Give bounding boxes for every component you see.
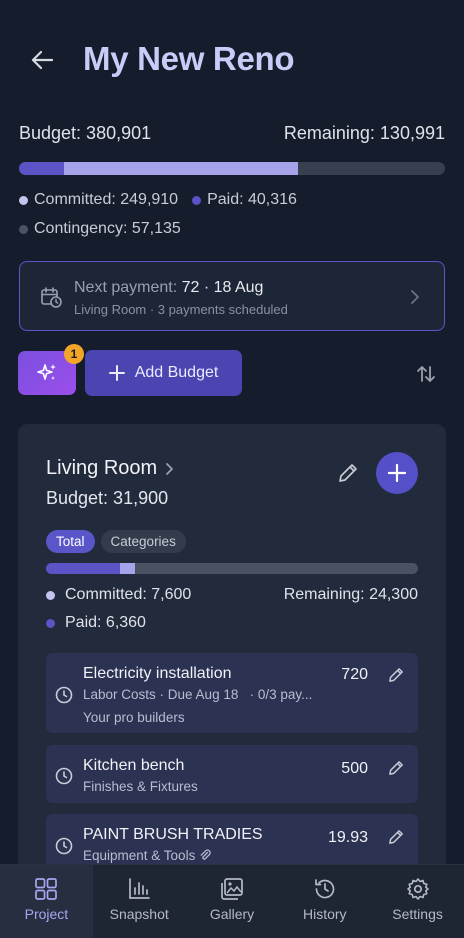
pencil-icon[interactable] [386, 665, 406, 685]
history-icon [314, 879, 335, 899]
chevron-right-icon [411, 290, 419, 304]
sort-arrows-icon [417, 366, 435, 382]
room-paid: Paid: 6,360 [46, 614, 146, 632]
item-amount: 500 [341, 760, 368, 777]
tab-total[interactable]: Total [46, 530, 95, 553]
room-title-link[interactable]: Living Room [46, 457, 174, 480]
room-budget: Budget: 31,900 [46, 488, 169, 508]
room-stats: Committed: 7,600 Remaining: 24,300 [46, 586, 418, 604]
nav-label: History [303, 906, 347, 922]
item-category: Finishes & Fixtures [83, 779, 198, 794]
nav-history[interactable]: History [278, 865, 371, 938]
paperclip-icon [200, 849, 211, 860]
nav-project[interactable]: Project [0, 865, 93, 938]
back-button[interactable] [24, 42, 60, 78]
plus-icon [108, 365, 125, 381]
room-budget-card: Living Room Budget: 31,900 Total Categor… [18, 424, 446, 894]
nav-label: Snapshot [109, 906, 169, 922]
room-committed: Committed: 7,600 [46, 586, 191, 604]
legend-contingency: Contingency: 57,135 [19, 220, 181, 238]
next-payment-card[interactable]: Next payment: 72 · 18 Aug Living Room · … [19, 261, 445, 331]
room-progress-bar [46, 563, 418, 574]
item-amount: 720 [341, 666, 368, 683]
room-title: Living Room [46, 457, 158, 479]
budget-total: Budget: 380,901 [19, 123, 152, 143]
committed-dot-icon [19, 195, 28, 205]
gear-icon [406, 878, 429, 900]
add-budget-label: Add Budget [134, 364, 219, 381]
nav-label: Gallery [209, 906, 255, 922]
clock-icon [55, 767, 73, 785]
room-paid-value: Paid: 6,360 [65, 614, 146, 631]
budget-progress-bar [19, 162, 445, 175]
item-payments: · 0/3 pay... [249, 687, 313, 702]
next-payment-label: Next payment: [74, 279, 178, 296]
progress-committed-segment [64, 162, 299, 175]
clock-icon [55, 686, 73, 704]
item-name: Electricity installation [83, 665, 232, 682]
nav-label: Project [24, 906, 69, 922]
item-name: Kitchen bench [83, 757, 185, 774]
sort-button[interactable] [412, 360, 440, 388]
bottom-navigation: Project Snapshot Gallery History Setting… [0, 864, 464, 938]
add-item-button[interactable] [376, 452, 418, 494]
page-title: My New Reno [83, 40, 295, 77]
bar-chart-icon [129, 878, 151, 899]
next-payment-detail: Living Room · 3 payments scheduled [74, 302, 288, 317]
legend-committed: Committed: 249,910 [19, 191, 178, 209]
progress-committed-segment [120, 563, 135, 574]
pencil-icon[interactable] [335, 460, 361, 486]
list-item[interactable]: Electricity installation Labor Costs · D… [46, 653, 418, 733]
committed-dot-icon [46, 590, 55, 600]
arrow-left-icon [31, 50, 53, 70]
contingency-dot-icon [19, 224, 28, 234]
budget-summary: Budget: 380,901 Remaining: 130,991 [19, 123, 445, 147]
progress-paid-segment [46, 563, 121, 574]
item-subtitle: Labor Costs · Due Aug 18 · 0/3 pay... [83, 687, 312, 702]
header: My New Reno [0, 30, 464, 90]
plus-icon [388, 464, 406, 482]
gallery-icon [221, 878, 243, 900]
room-committed-value: Committed: 7,600 [65, 586, 192, 603]
notification-badge: 1 [64, 344, 84, 364]
nav-gallery[interactable]: Gallery [186, 865, 279, 938]
tab-categories[interactable]: Categories [100, 530, 186, 553]
paid-dot-icon [192, 195, 202, 205]
paid-dot-icon [46, 618, 55, 628]
nav-label: Settings [392, 906, 443, 922]
nav-settings[interactable]: Settings [371, 865, 464, 938]
contingency-value: Contingency: 57,135 [34, 220, 181, 237]
committed-value: Committed: 249,910 [34, 191, 179, 208]
legend-row-2: Contingency: 57,135 [19, 220, 181, 238]
calendar-clock-icon [41, 287, 62, 308]
chevron-right-icon [166, 462, 174, 475]
grid-icon [35, 878, 58, 900]
clock-icon [55, 837, 73, 855]
add-budget-button[interactable]: Add Budget [85, 350, 242, 396]
nav-snapshot[interactable]: Snapshot [93, 865, 186, 938]
room-view-tabs: Total Categories [46, 530, 186, 553]
list-item[interactable]: Kitchen bench Finishes & Fixtures 500 [46, 745, 418, 803]
legend-row-1: Committed: 249,910 Paid: 40,316 [19, 191, 297, 209]
paid-value: Paid: 40,316 [207, 191, 297, 208]
next-payment-line: Next payment: 72 · 18 Aug [74, 279, 263, 297]
pencil-icon[interactable] [386, 758, 406, 778]
item-category-due: Labor Costs · Due Aug 18 [83, 687, 239, 702]
sparkles-icon [37, 364, 56, 380]
item-category: Equipment & Tools [83, 848, 196, 863]
item-vendor: Your pro builders [83, 710, 185, 725]
pencil-icon[interactable] [386, 827, 406, 847]
room-remaining-value: Remaining: 24,300 [283, 586, 418, 603]
progress-paid-segment [19, 162, 65, 175]
item-name: PAINT BRUSH TRADIES [83, 826, 263, 843]
legend-paid: Paid: 40,316 [192, 191, 297, 209]
item-amount: 19.93 [327, 829, 368, 846]
budget-remaining: Remaining: 130,991 [283, 123, 445, 143]
item-subtitle: Equipment & Tools [83, 848, 211, 863]
next-payment-value: 72 · 18 Aug [181, 279, 264, 296]
